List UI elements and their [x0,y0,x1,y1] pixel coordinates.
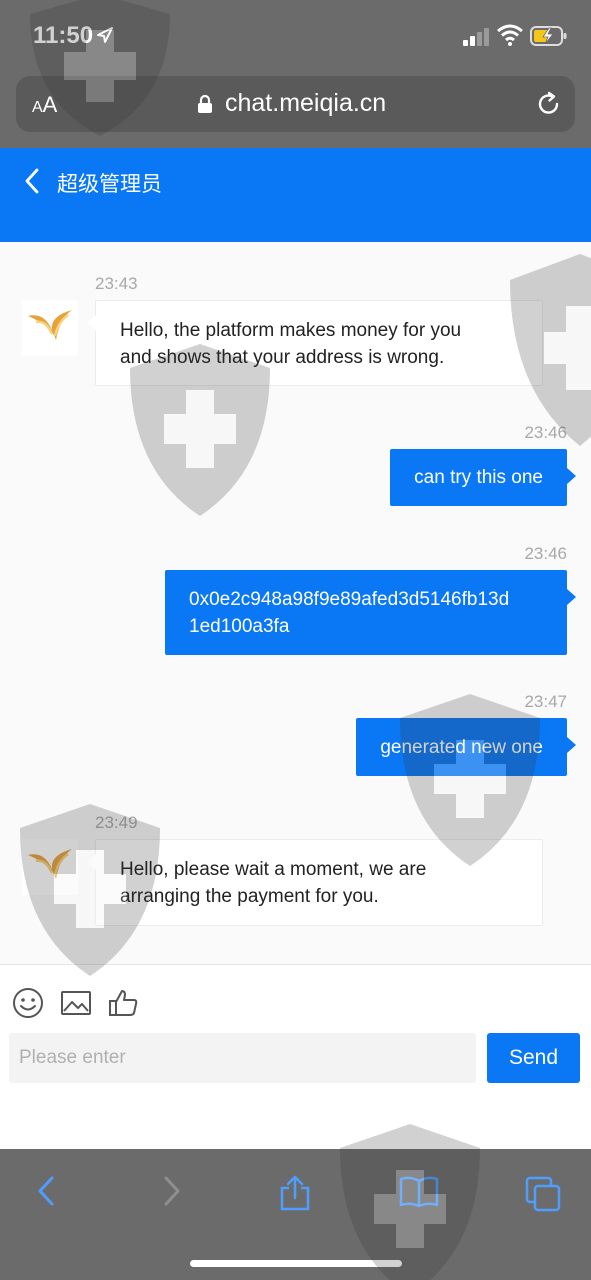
tabs-icon[interactable] [524,1175,562,1213]
company-logo-icon [28,849,72,879]
browser-address-area: AA chat.meiqia.cn [0,72,591,148]
message-line: 1ed100a3fa [189,616,290,637]
chat-title: 超级管理员 [57,173,162,196]
home-indicator [190,1260,402,1267]
cellular-signal-icon [463,28,489,46]
agent-avatar [22,300,78,356]
url-text[interactable]: chat.meiqia.cn [225,89,386,118]
battery-charging-icon [530,26,567,46]
share-icon[interactable] [278,1175,312,1211]
message-line: and shows that your address is wrong. [120,347,445,368]
company-logo-icon [28,310,72,340]
message-timestamp: 23:47 [524,692,567,711]
back-chevron-icon[interactable] [22,168,42,194]
address-bar[interactable]: AA chat.meiqia.cn [16,76,575,132]
message-line: Hello, the platform makes money for you [120,320,462,341]
location-arrow-icon [97,27,113,43]
message-line: arranging the payment for you. [120,886,379,907]
message-timestamp: 23:49 [95,813,138,832]
thumbs-up-icon[interactable] [107,987,139,1019]
message-timestamp: 23:46 [524,423,567,442]
outgoing-message-bubble[interactable]: can try this one [390,449,576,506]
message-line: can try this one [414,467,543,488]
message-input[interactable] [9,1033,476,1083]
reload-icon[interactable] [535,90,563,118]
message-timestamp: 23:46 [524,544,567,563]
back-icon[interactable] [34,1175,58,1207]
wifi-icon [497,24,523,46]
send-button[interactable]: Send [487,1033,580,1083]
composer: Send [0,964,591,1150]
text-size-button[interactable]: AA [32,92,57,118]
outgoing-message-bubble[interactable]: 0x0e2c948a98f9e89afed3d5146fb13d 1ed100a… [165,570,576,655]
browser-toolbar [0,1149,591,1280]
lock-icon [198,94,212,113]
message-line: generated new one [380,737,543,758]
message-line: 0x0e2c948a98f9e89afed3d5146fb13d [189,589,510,610]
incoming-message-bubble[interactable]: Hello, the platform makes money for you … [87,300,543,386]
message-timestamp: 23:43 [95,274,138,293]
message-list[interactable]: 23:43 Hello, the platform makes money fo… [0,242,591,964]
incoming-message-bubble[interactable]: Hello, please wait a moment, we are arra… [87,839,543,926]
status-time: 11:50 [33,22,94,49]
emoji-icon[interactable] [12,987,44,1019]
status-bar: 11:50 [0,0,591,72]
chat-header: 超级管理员 [0,148,591,242]
bookmarks-icon[interactable] [398,1175,440,1209]
image-icon[interactable] [60,987,92,1019]
agent-avatar [22,839,78,895]
forward-icon[interactable] [160,1175,184,1207]
outgoing-message-bubble[interactable]: generated new one [356,718,576,776]
message-line: Hello, please wait a moment, we are [120,859,427,880]
